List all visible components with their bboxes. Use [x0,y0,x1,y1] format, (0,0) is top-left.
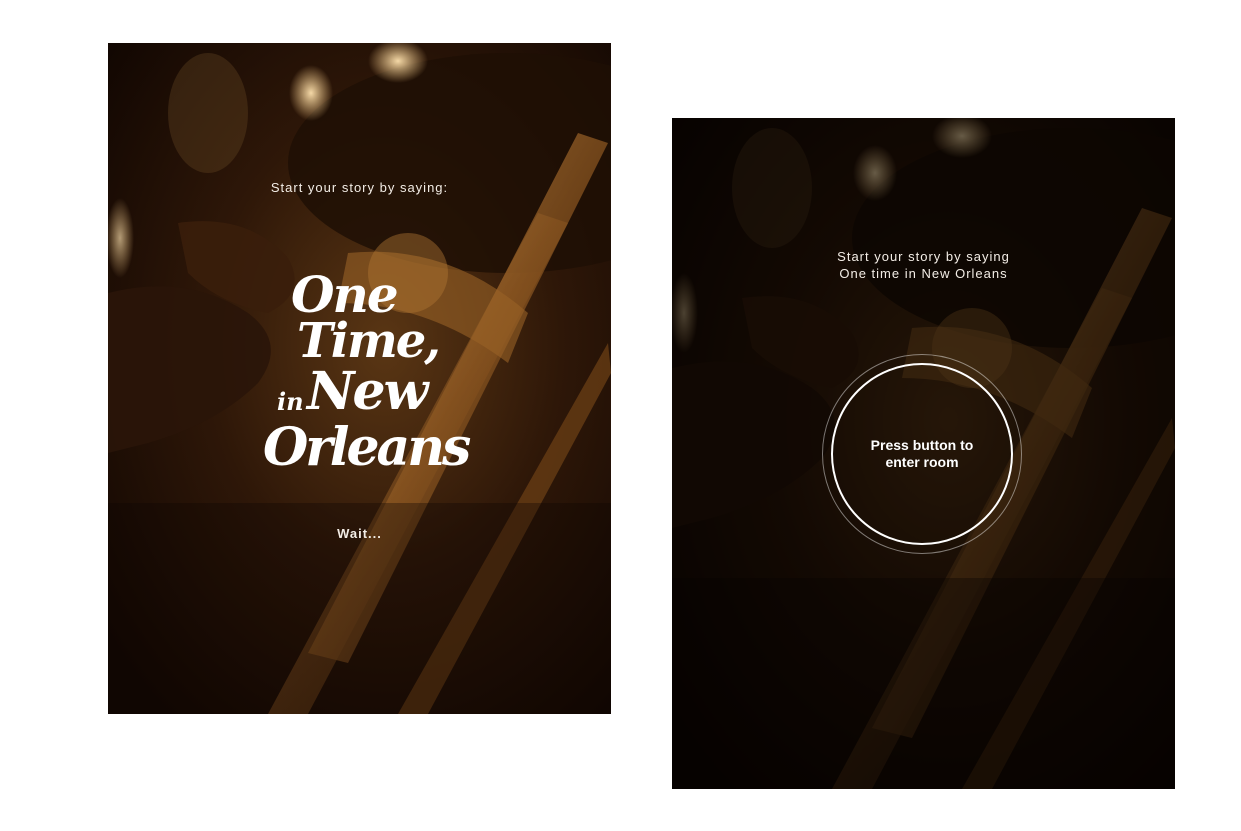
stage: Start your story by saying: One Time, in… [0,0,1241,831]
story-prompt: Start your story by saying One time in N… [672,248,1175,282]
wait-status: Wait... [337,526,382,541]
story-prompt: Start your story by saying: [270,180,449,195]
waiting-screen: Start your story by saying: One Time, in… [108,43,611,714]
logo-line: New [307,361,428,422]
enter-room-screen: Start your story by saying One time in N… [672,118,1175,789]
enter-room-button[interactable]: Press button to enter room [831,363,1013,545]
logo-line: in [277,387,304,416]
logo-line: Orleans [263,417,471,478]
one-time-in-new-orleans-logo: One Time, in New Orleans [263,265,471,495]
story-prompt-line: One time in New Orleans [839,266,1008,281]
story-prompt-line: Start your story by saying [837,249,1010,264]
enter-room-label: Press button to enter room [870,437,974,470]
